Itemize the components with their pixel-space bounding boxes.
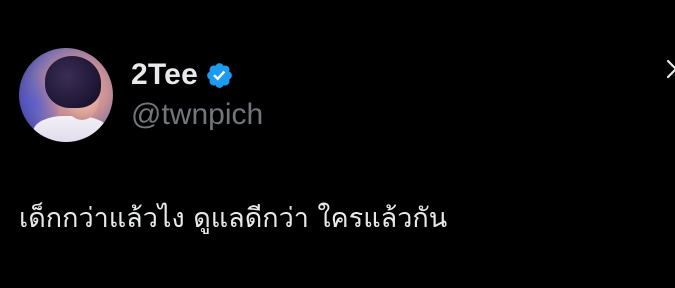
avatar[interactable] — [19, 48, 113, 142]
display-name[interactable]: 2Tee — [131, 58, 198, 92]
tweet-text: เด็กกว่าแล้วไง ดูแลดีกว่า ใครแล้วกัน — [19, 203, 448, 234]
tweet-card: 2Tee @twnpich เด็กกว่าแล้วไง ดูแลดีกว่า … — [0, 0, 675, 288]
author-name-row: 2Tee — [131, 57, 234, 93]
avatar-shirt — [33, 116, 109, 142]
chevron-right-icon[interactable] — [665, 58, 675, 80]
author-handle[interactable]: @twnpich — [131, 98, 263, 132]
avatar-hair — [45, 56, 101, 108]
verified-badge-icon[interactable] — [205, 61, 234, 90]
